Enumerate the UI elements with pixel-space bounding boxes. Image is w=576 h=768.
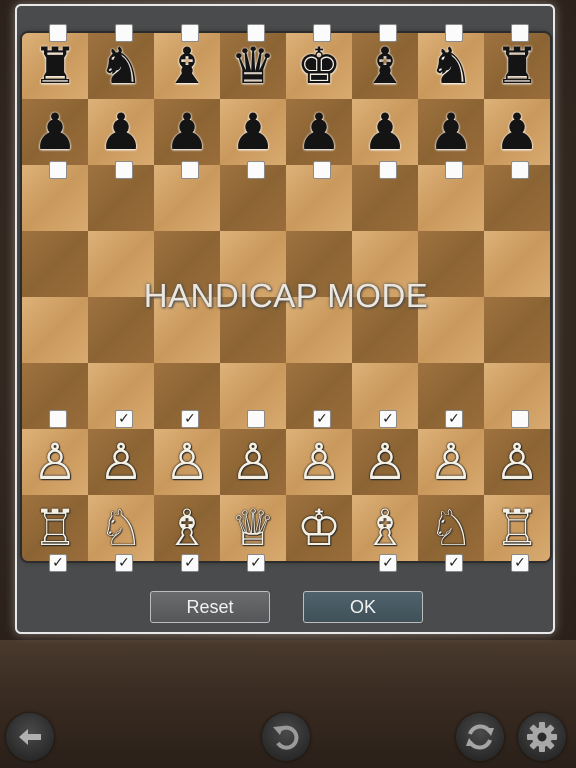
white-rook[interactable]: ♖ (22, 495, 88, 561)
piece-checkbox[interactable] (511, 410, 529, 428)
black-knight[interactable]: ♞ (88, 33, 154, 99)
piece-checkbox[interactable]: ✓ (445, 410, 463, 428)
settings-button[interactable] (518, 713, 566, 761)
piece-checkbox[interactable] (313, 24, 331, 42)
piece-checkbox[interactable] (181, 161, 199, 179)
piece-checkbox[interactable] (379, 161, 397, 179)
white-knight[interactable]: ♘ (418, 495, 484, 561)
piece-checkbox[interactable] (247, 24, 265, 42)
gear-icon (527, 722, 557, 752)
piece-checkbox[interactable] (247, 410, 265, 428)
white-pawn[interactable]: ♙ (352, 429, 418, 495)
piece-checkbox[interactable] (511, 161, 529, 179)
rotate-board-button[interactable] (456, 713, 504, 761)
piece-checkbox[interactable] (49, 24, 67, 42)
white-pawn[interactable]: ♙ (286, 429, 352, 495)
piece-checkbox[interactable]: ✓ (115, 410, 133, 428)
black-pawn[interactable]: ♟ (352, 99, 418, 165)
piece-checkbox[interactable] (49, 161, 67, 179)
black-bishop[interactable]: ♝ (352, 33, 418, 99)
black-king[interactable]: ♚ (286, 33, 352, 99)
piece-checkbox[interactable]: ✓ (49, 554, 67, 572)
undo-icon (273, 725, 299, 750)
white-pawn[interactable]: ♙ (154, 429, 220, 495)
black-pawn[interactable]: ♟ (154, 99, 220, 165)
white-pawn[interactable]: ♙ (22, 429, 88, 495)
piece-checkbox[interactable] (49, 410, 67, 428)
white-pawn[interactable]: ♙ (484, 429, 550, 495)
piece-checkbox[interactable] (115, 161, 133, 179)
piece-checkbox[interactable]: ✓ (181, 410, 199, 428)
piece-checkbox[interactable]: ✓ (511, 554, 529, 572)
piece-checkbox[interactable] (511, 24, 529, 42)
piece-checkbox[interactable] (181, 24, 199, 42)
white-pawn[interactable]: ♙ (220, 429, 286, 495)
black-bishop[interactable]: ♝ (154, 33, 220, 99)
piece-checkbox[interactable]: ✓ (379, 410, 397, 428)
piece-checkbox[interactable] (379, 24, 397, 42)
piece-checkbox[interactable]: ✓ (379, 554, 397, 572)
black-pawn[interactable]: ♟ (220, 99, 286, 165)
piece-checkbox[interactable] (445, 24, 463, 42)
white-bishop[interactable]: ♗ (154, 495, 220, 561)
white-rook[interactable]: ♖ (484, 495, 550, 561)
rotate-board-icon (466, 724, 494, 750)
white-queen[interactable]: ♕ (220, 495, 286, 561)
piece-checkbox[interactable]: ✓ (445, 554, 463, 572)
black-rook[interactable]: ♜ (22, 33, 88, 99)
black-pawn[interactable]: ♟ (418, 99, 484, 165)
ok-button[interactable]: OK (303, 591, 423, 623)
piece-checkbox[interactable]: ✓ (115, 554, 133, 572)
white-king[interactable]: ♔ (286, 495, 352, 561)
undo-button[interactable] (262, 713, 310, 761)
reset-button[interactable]: Reset (150, 591, 270, 623)
white-knight[interactable]: ♘ (88, 495, 154, 561)
handicap-mode-label: HANDICAP MODE (143, 277, 429, 314)
piece-checkbox[interactable] (115, 24, 133, 42)
arrow-left-icon (19, 729, 41, 745)
black-pawn[interactable]: ♟ (88, 99, 154, 165)
piece-checkbox[interactable] (445, 161, 463, 179)
piece-checkbox[interactable] (247, 161, 265, 179)
piece-checkbox[interactable]: ✓ (313, 410, 331, 428)
black-knight[interactable]: ♞ (418, 33, 484, 99)
black-queen[interactable]: ♛ (220, 33, 286, 99)
piece-checkbox[interactable]: ✓ (181, 554, 199, 572)
black-pawn[interactable]: ♟ (484, 99, 550, 165)
white-pawn[interactable]: ♙ (88, 429, 154, 495)
piece-checkbox[interactable] (313, 161, 331, 179)
black-rook[interactable]: ♜ (484, 33, 550, 99)
back-button[interactable] (6, 713, 54, 761)
black-pawn[interactable]: ♟ (22, 99, 88, 165)
piece-checkbox[interactable]: ✓ (247, 554, 265, 572)
white-pawn[interactable]: ♙ (418, 429, 484, 495)
white-bishop[interactable]: ♗ (352, 495, 418, 561)
black-pawn[interactable]: ♟ (286, 99, 352, 165)
